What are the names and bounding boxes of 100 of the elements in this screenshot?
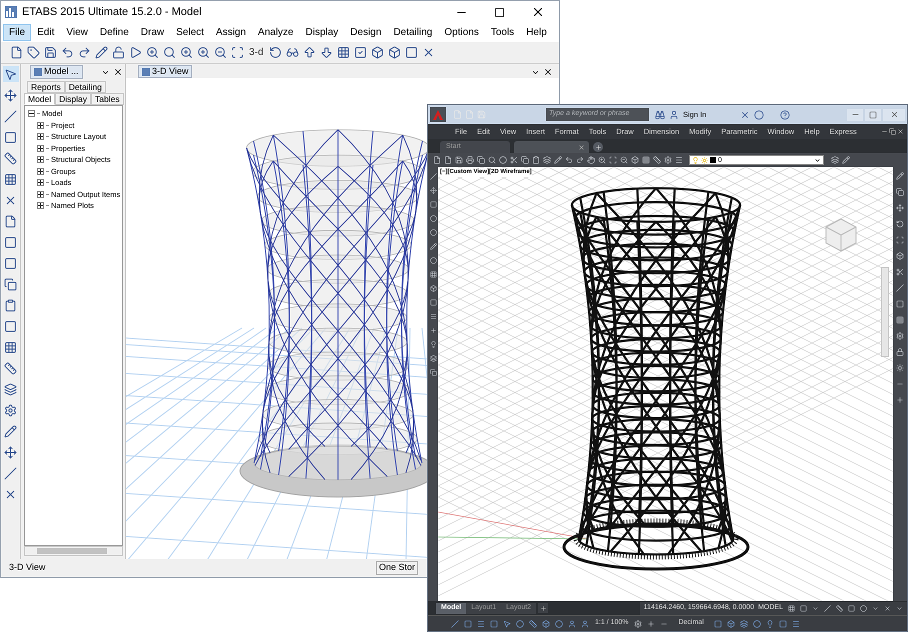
copy-icon[interactable] <box>476 155 485 165</box>
lock-icon[interactable] <box>896 347 904 357</box>
zoom-extents-icon[interactable] <box>230 44 244 60</box>
expand-icon[interactable] <box>37 168 44 175</box>
stretch-icon[interactable] <box>896 251 904 261</box>
search-icon[interactable] <box>162 44 176 60</box>
globe-icon[interactable] <box>498 155 507 165</box>
print-icon[interactable] <box>465 155 474 165</box>
clipboard-icon[interactable] <box>2 297 18 313</box>
expand-icon[interactable] <box>37 156 44 164</box>
polar-icon[interactable] <box>835 603 843 613</box>
move-icon[interactable] <box>896 203 904 213</box>
menu-item[interactable]: View <box>60 24 94 41</box>
new-file-icon[interactable] <box>432 155 441 165</box>
annotation-scale-icon[interactable] <box>580 618 590 629</box>
menu-icon[interactable] <box>674 155 683 165</box>
layers-icon[interactable] <box>830 155 839 165</box>
properties-icon[interactable] <box>738 618 749 629</box>
hatch-icon[interactable] <box>429 269 437 279</box>
ellipse-icon[interactable] <box>429 255 437 265</box>
pencil-icon[interactable] <box>2 423 18 439</box>
maximize-icon[interactable] <box>494 6 505 18</box>
grid-icon[interactable] <box>787 603 795 613</box>
new-tab-button[interactable] <box>593 142 603 152</box>
break-icon[interactable] <box>896 299 904 309</box>
transparency-icon[interactable] <box>489 618 499 629</box>
panel-tab[interactable]: Display <box>55 93 92 105</box>
copy-icon[interactable] <box>2 276 18 292</box>
layers-icon[interactable] <box>542 155 551 165</box>
ucs-icon[interactable] <box>528 618 538 629</box>
snap-mode-icon[interactable] <box>463 618 473 629</box>
close-icon[interactable] <box>897 128 904 136</box>
line-icon[interactable] <box>429 171 437 181</box>
clean-screen-icon[interactable] <box>778 618 788 629</box>
zoom-out-icon[interactable] <box>213 44 227 60</box>
menu-item[interactable]: Detailing <box>387 24 438 41</box>
menu-item[interactable]: Design <box>344 24 388 41</box>
new-file-icon[interactable] <box>9 44 23 60</box>
workspace-icon[interactable] <box>726 618 736 629</box>
menu-item[interactable]: Define <box>94 24 135 41</box>
line-icon[interactable] <box>2 108 18 124</box>
down-arrow-icon[interactable] <box>319 44 334 60</box>
menu-item[interactable]: Analyze <box>252 24 300 41</box>
panel-tab[interactable]: Model <box>24 93 56 105</box>
community-icon[interactable] <box>754 108 764 120</box>
selection-icon[interactable] <box>502 618 512 629</box>
up-arrow-icon[interactable] <box>302 44 316 60</box>
expand-icon[interactable] <box>37 190 44 198</box>
brush-icon[interactable] <box>553 155 562 165</box>
polyline-icon[interactable] <box>429 185 437 195</box>
checkbox-icon[interactable] <box>353 44 368 60</box>
cut-icon[interactable] <box>509 155 518 165</box>
view-tab[interactable]: 3-D View <box>138 65 192 78</box>
pointer-icon[interactable] <box>2 66 18 82</box>
expand-icon[interactable] <box>37 179 44 186</box>
help-icon[interactable] <box>780 108 790 120</box>
zoom-out-icon[interactable] <box>619 155 628 165</box>
ruler-icon[interactable] <box>652 155 661 165</box>
table-icon[interactable] <box>2 339 18 355</box>
grid-icon[interactable] <box>336 44 350 60</box>
sun-icon[interactable] <box>896 363 904 373</box>
restore-icon[interactable] <box>889 128 896 136</box>
redo-icon[interactable] <box>77 44 91 60</box>
slab-icon[interactable] <box>2 255 18 271</box>
reshape-icon[interactable] <box>2 87 18 103</box>
wall-icon[interactable] <box>2 234 18 250</box>
rotate-icon[interactable] <box>268 44 282 60</box>
expand-icon[interactable] <box>37 144 44 152</box>
panel-tab[interactable]: Tables <box>91 93 124 105</box>
snap-icon[interactable] <box>799 603 807 613</box>
pencil-icon[interactable] <box>94 44 108 60</box>
menu-item[interactable]: Options <box>438 24 485 41</box>
menu-item[interactable]: Select <box>170 24 210 41</box>
3d-view-button[interactable]: 3-d <box>247 44 266 60</box>
layers-icon[interactable] <box>2 381 18 397</box>
boundary-icon[interactable] <box>429 353 437 363</box>
menu-item[interactable]: Draw <box>134 24 170 41</box>
brush-icon[interactable] <box>841 155 850 165</box>
open-icon[interactable] <box>443 155 452 165</box>
region-icon[interactable] <box>2 318 18 334</box>
add-layout-button[interactable] <box>538 603 548 613</box>
preview-icon[interactable] <box>487 155 496 165</box>
properties-icon[interactable] <box>630 155 639 165</box>
save-icon[interactable] <box>43 44 57 60</box>
gizmo-icon[interactable] <box>515 618 525 629</box>
tag-icon[interactable] <box>26 44 40 60</box>
settings-icon[interactable] <box>2 402 18 418</box>
ortho-icon[interactable] <box>823 603 831 613</box>
frame-icon[interactable] <box>404 44 418 60</box>
erase-icon[interactable] <box>896 171 904 181</box>
frame-icon[interactable] <box>2 129 18 145</box>
circle-icon[interactable] <box>429 213 437 223</box>
grid-icon[interactable] <box>2 171 18 187</box>
zoom-in-icon[interactable] <box>145 44 159 60</box>
expand-icon[interactable] <box>37 202 44 210</box>
run-icon[interactable] <box>128 44 142 60</box>
close-icon[interactable] <box>113 67 123 77</box>
menu-item[interactable]: Assign <box>210 24 252 41</box>
menu-item[interactable]: Tools <box>484 24 520 41</box>
box-icon[interactable] <box>370 44 384 60</box>
